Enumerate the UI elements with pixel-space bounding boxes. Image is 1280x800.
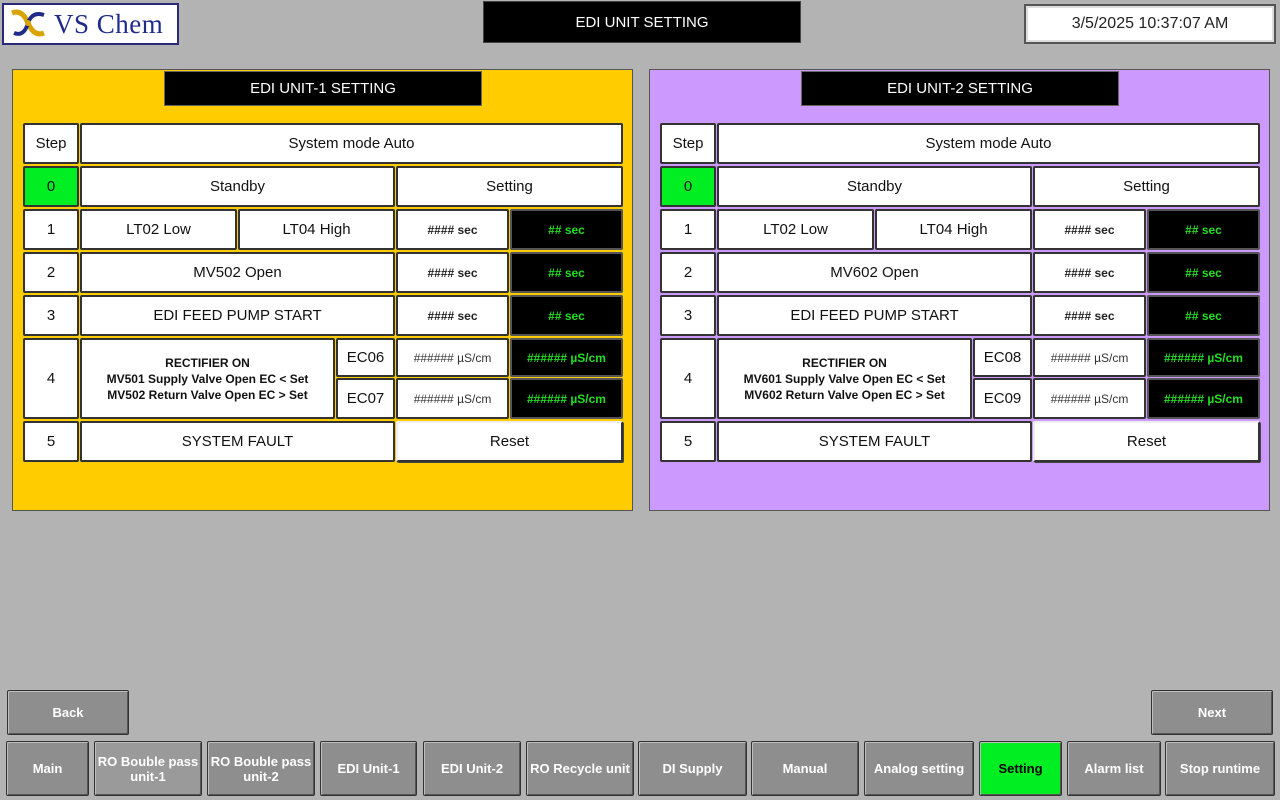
nav-ro-double-pass-unit-1-button[interactable]: RO Bouble pass unit-1 [94,741,202,796]
step-0-indicator: 0 [660,166,716,207]
system-fault-label: SYSTEM FAULT [717,421,1032,462]
mv502-open-label: MV502 Open [80,252,395,293]
datetime-display: 3/5/2025 10:37:07 AM [1024,4,1276,44]
system-fault-label: SYSTEM FAULT [80,421,395,462]
ec07-label: EC07 [336,378,395,419]
standby-label: Standby [717,166,1032,207]
step-2: 2 [23,252,79,293]
rectifier-line-2: MV501 Supply Valve Open EC < Set [106,371,309,386]
setting-header: Setting [396,166,623,207]
lt04-high-label: LT04 High [238,209,395,250]
ec09-set-input[interactable]: ###### µS/cm [1033,378,1146,419]
rectifier-line-3: MV602 Return Valve Open EC > Set [744,387,945,402]
nav-edi-unit-1-button[interactable]: EDI Unit-1 [320,741,417,796]
mv602-open-label: MV602 Open [717,252,1032,293]
panel-title: EDI UNIT-2 SETTING [801,71,1119,106]
edi-feed-pump-label: EDI FEED PUMP START [80,295,395,336]
edi-feed-pump-label: EDI FEED PUMP START [717,295,1032,336]
step-3: 3 [23,295,79,336]
rectifier-line-3: MV502 Return Valve Open EC > Set [107,387,308,402]
step-1-actual-value: ## sec [1147,209,1260,250]
next-button[interactable]: Next [1151,690,1273,735]
nav-di-supply-button[interactable]: DI Supply [638,741,747,796]
ec06-label: EC06 [336,338,395,377]
rectifier-description: RECTIFIER ON MV601 Supply Valve Open EC … [717,338,972,419]
step-header: Step [660,123,716,164]
lt04-high-label: LT04 High [875,209,1032,250]
step-2-actual-value: ## sec [1147,252,1260,293]
ec08-actual-value: ###### µS/cm [1147,338,1260,377]
ec09-actual-value: ###### µS/cm [1147,378,1260,419]
back-button[interactable]: Back [7,690,129,735]
nav-alarm-list-button[interactable]: Alarm list [1067,741,1161,796]
mode-header: System mode Auto [717,123,1260,164]
ec08-label: EC08 [973,338,1032,377]
setting-header: Setting [1033,166,1260,207]
ec07-set-input[interactable]: ###### µS/cm [396,378,509,419]
rectifier-description: RECTIFIER ON MV501 Supply Valve Open EC … [80,338,335,419]
lt02-low-label: LT02 Low [80,209,237,250]
ec06-set-input[interactable]: ###### µS/cm [396,338,509,377]
reset-button[interactable]: Reset [1033,421,1260,462]
ec08-set-input[interactable]: ###### µS/cm [1033,338,1146,377]
step-5: 5 [23,421,79,462]
step-2-set-input[interactable]: #### sec [396,252,509,293]
ec07-actual-value: ###### µS/cm [510,378,623,419]
step-3-actual-value: ## sec [1147,295,1260,336]
step-3-actual-value: ## sec [510,295,623,336]
step-1-set-input[interactable]: #### sec [396,209,509,250]
nav-manual-button[interactable]: Manual [751,741,859,796]
step-3: 3 [660,295,716,336]
logo-text: VS Chem [54,8,164,39]
ec09-label: EC09 [973,378,1032,419]
vs-chem-logo: VS Chem [2,3,179,45]
edi-unit-2-panel: EDI UNIT-2 SETTING Step System mode Auto… [649,69,1270,511]
step-1-set-input[interactable]: #### sec [1033,209,1146,250]
edi-unit-1-panel: EDI UNIT-1 SETTING Step System mode Auto… [12,69,633,511]
step-header: Step [23,123,79,164]
step-1: 1 [660,209,716,250]
nav-setting-button[interactable]: Setting [979,741,1062,796]
reset-button[interactable]: Reset [396,421,623,462]
rectifier-line-1: RECTIFIER ON [802,355,887,370]
step-2-set-input[interactable]: #### sec [1033,252,1146,293]
nav-main-button[interactable]: Main [6,741,89,796]
rectifier-line-2: MV601 Supply Valve Open EC < Set [743,371,946,386]
rectifier-line-1: RECTIFIER ON [165,355,250,370]
ec06-actual-value: ###### µS/cm [510,338,623,377]
step-2-actual-value: ## sec [510,252,623,293]
nav-ro-recycle-unit-button[interactable]: RO Recycle unit [526,741,634,796]
step-3-set-input[interactable]: #### sec [396,295,509,336]
standby-label: Standby [80,166,395,207]
step-4: 4 [660,338,716,419]
mode-header: System mode Auto [80,123,623,164]
step-5: 5 [660,421,716,462]
step-0-indicator: 0 [23,166,79,207]
step-1: 1 [23,209,79,250]
vs-chem-logo-icon [11,9,45,37]
nav-ro-double-pass-unit-2-button[interactable]: RO Bouble pass unit-2 [207,741,315,796]
page-title: EDI UNIT SETTING [483,1,801,43]
panel-title: EDI UNIT-1 SETTING [164,71,482,106]
step-2: 2 [660,252,716,293]
step-4: 4 [23,338,79,419]
lt02-low-label: LT02 Low [717,209,874,250]
step-1-actual-value: ## sec [510,209,623,250]
nav-stop-runtime-button[interactable]: Stop runtime [1165,741,1275,796]
nav-edi-unit-2-button[interactable]: EDI Unit-2 [423,741,521,796]
step-3-set-input[interactable]: #### sec [1033,295,1146,336]
nav-analog-setting-button[interactable]: Analog setting [864,741,974,796]
